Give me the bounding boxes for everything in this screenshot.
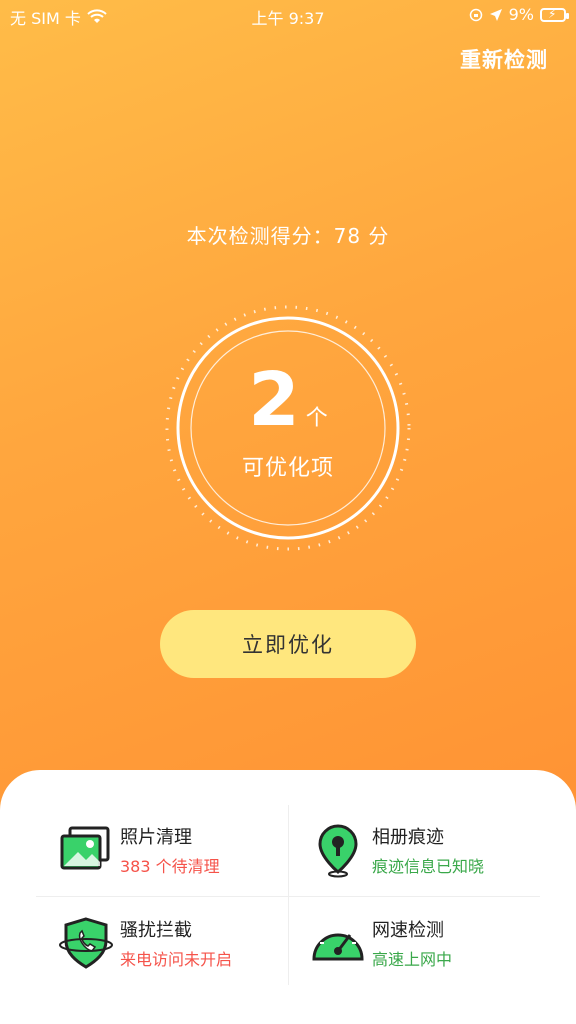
optimize-count-label: 可优化项 [241, 456, 334, 481]
recheck-button[interactable]: 重新检测 [460, 44, 548, 74]
location-pin-icon [318, 824, 358, 878]
battery-percent: 9% [508, 5, 534, 24]
location-arrow-icon [489, 8, 502, 21]
photo-icon [60, 826, 110, 870]
feature-title: 骚扰拦截 [120, 920, 192, 941]
battery-icon: ⚡ [540, 7, 569, 22]
feature-title: 相册痕迹 [372, 827, 444, 848]
optimize-count-number: 2 [248, 357, 300, 443]
feature-title: 网速检测 [372, 920, 444, 941]
panel-divider-horizontal [36, 896, 540, 897]
feature-subtitle: 来电访问未开启 [120, 950, 233, 969]
score-text: 本次检测得分：78 分 [186, 224, 390, 248]
rotation-lock-icon [469, 8, 482, 21]
feature-subtitle: 383 个待清理 [120, 857, 220, 876]
optimize-count-unit: 个 [305, 406, 328, 431]
optimize-count: 2个 [150, 360, 426, 440]
optimize-now-button[interactable]: 立即优化 [160, 610, 416, 678]
feature-title: 照片清理 [120, 827, 192, 848]
feature-album-traces[interactable]: 相册痕迹 痕迹信息已知晓 [308, 815, 548, 885]
feature-speed-test[interactable]: 网速检测 高速上网中 [308, 908, 548, 978]
speedometer-icon [312, 925, 364, 961]
optimization-ring: 2个 可优化项 [150, 290, 426, 566]
status-bar: 无 SIM 卡 上午 9:37 9% ⚡ [0, 0, 576, 30]
hero-background: 无 SIM 卡 上午 9:37 9% ⚡ 重新检测 本次检测得分：78 分 2 … [0, 0, 576, 810]
phone-shield-icon [59, 917, 113, 969]
feature-panel: 照片清理 383 个待清理 相册痕迹 痕迹信息已知晓 骚扰拦截 来电访问未开启 [0, 770, 576, 1024]
feature-subtitle: 痕迹信息已知晓 [372, 857, 485, 876]
feature-photo-cleanup[interactable]: 照片清理 383 个待清理 [56, 815, 296, 885]
feature-harassment-block[interactable]: 骚扰拦截 来电访问未开启 [56, 908, 296, 978]
feature-subtitle: 高速上网中 [372, 950, 453, 969]
